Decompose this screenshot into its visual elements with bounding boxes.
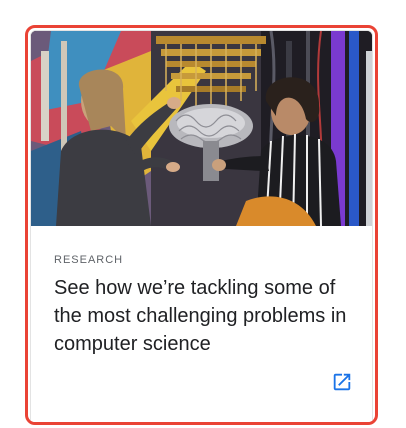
- category-label: RESEARCH: [54, 254, 124, 266]
- card-image: [31, 31, 372, 226]
- card-headline[interactable]: See how we’re tackling some of the most …: [54, 274, 364, 358]
- card-body: RESEARCH See how we’re tackling some of …: [30, 30, 373, 422]
- research-card[interactable]: RESEARCH See how we’re tackling some of …: [25, 25, 378, 425]
- open-in-new-icon[interactable]: [331, 371, 353, 393]
